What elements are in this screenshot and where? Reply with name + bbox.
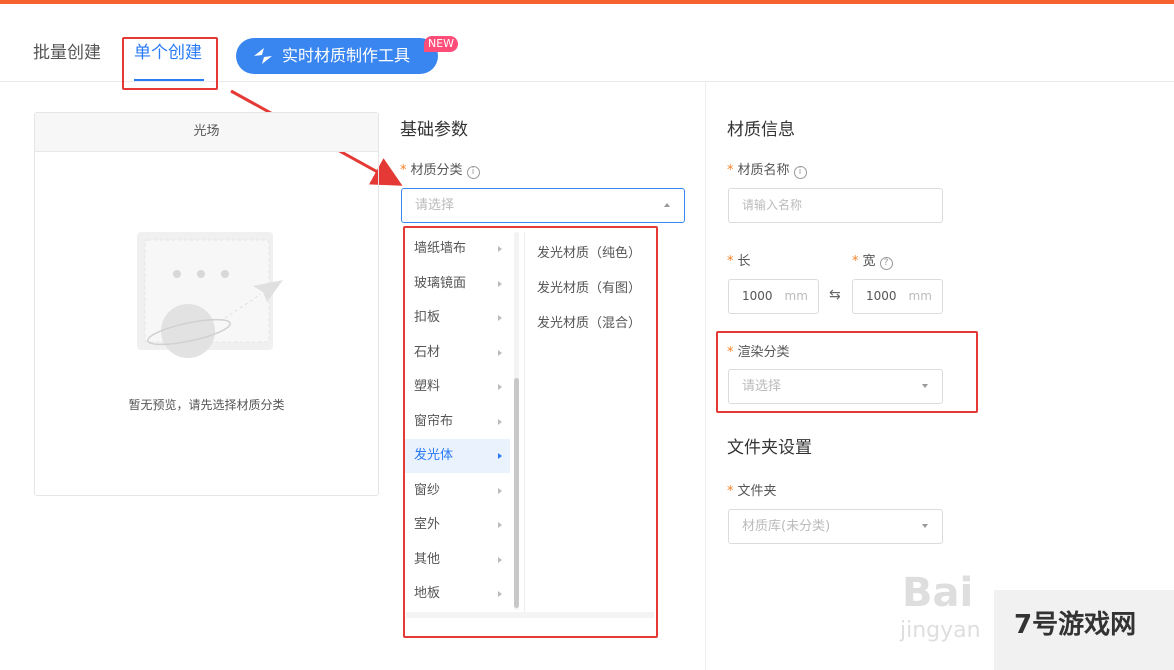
required-mark: * [727, 484, 734, 499]
material-info-title: 材质信息 [727, 120, 795, 140]
required-mark: * [727, 163, 734, 178]
required-mark: * [400, 163, 407, 178]
empty-preview-text: 暂无预览，请先选择材质分类 [128, 398, 285, 412]
width-value: 1000 [866, 289, 897, 303]
required-mark: * [727, 254, 734, 269]
swap-dimensions-icon[interactable]: ⇆ [829, 287, 841, 303]
highlight-box-render [716, 331, 978, 413]
folder-select-value: 材质库(未分类) [742, 519, 831, 534]
required-mark: * [852, 254, 859, 269]
material-name-placeholder: 请输入名称 [742, 198, 803, 212]
material-name-label-text: 材质名称 [737, 163, 790, 178]
length-value: 1000 [742, 289, 773, 303]
info-icon[interactable]: i [466, 166, 480, 179]
category-label: * 材质分类 i [400, 159, 480, 179]
highlight-box-dropdown [403, 226, 658, 638]
folder-label: * 文件夹 [727, 480, 777, 499]
width-label: * 宽? [852, 250, 893, 270]
length-label: * 长 [727, 250, 751, 269]
length-input[interactable]: 1000 mm [728, 279, 819, 314]
material-name-input[interactable]: 请输入名称 [728, 188, 943, 223]
material-name-label: * 材质名称 i [727, 159, 807, 179]
width-label-text: 宽 [862, 254, 876, 269]
folder-settings-title: 文件夹设置 [727, 438, 812, 458]
folder-label-text: 文件夹 [737, 484, 777, 499]
width-unit: mm [908, 289, 932, 303]
folder-select[interactable]: 材质库(未分类) [728, 509, 943, 544]
category-select-placeholder: 请选择 [415, 198, 455, 213]
category-select[interactable]: 请选择 [401, 188, 685, 223]
basic-params-title: 基础参数 [400, 120, 468, 140]
category-label-text: 材质分类 [410, 163, 463, 178]
site-logo-text: 7号游戏网 [1014, 610, 1137, 640]
length-label-text: 长 [737, 254, 751, 269]
chevron-down-icon [922, 523, 928, 528]
jingyan-watermark: jingyan [900, 618, 981, 643]
preview-header: 光场 [35, 113, 378, 152]
empty-illustration [137, 232, 283, 358]
length-unit: mm [784, 289, 808, 303]
baidu-watermark: Bai [902, 570, 974, 616]
help-icon[interactable]: ? [879, 257, 893, 270]
site-logo: 7号游戏网 [994, 590, 1174, 670]
width-input[interactable]: 1000 mm [852, 279, 943, 314]
info-icon[interactable]: i [793, 166, 807, 179]
chevron-up-icon [664, 202, 670, 207]
preview-panel: 光场 暂无预览，请先选择材质分类 [34, 112, 379, 496]
column-divider [705, 82, 706, 670]
